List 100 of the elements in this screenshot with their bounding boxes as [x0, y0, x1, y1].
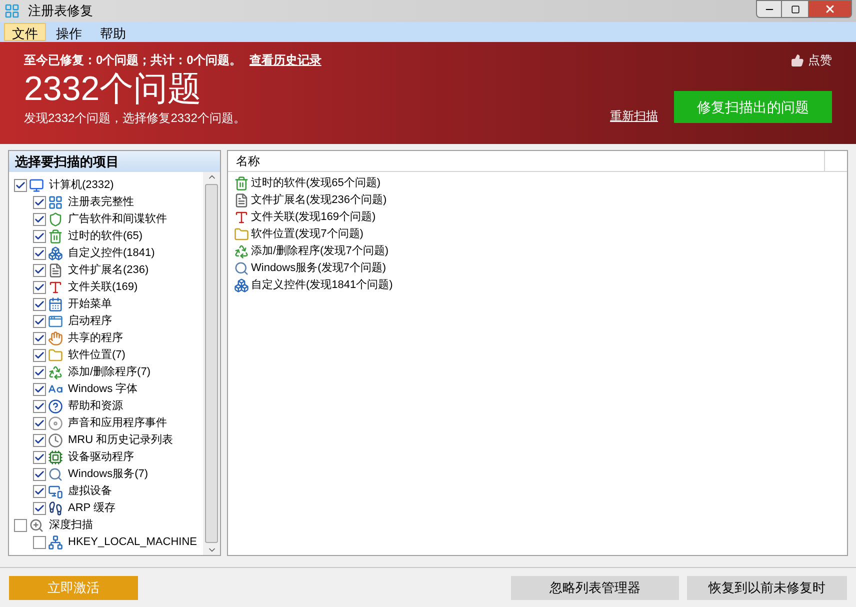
issue-count-headline: 2332个问题	[24, 69, 203, 109]
checkmark-icon	[34, 248, 45, 259]
maximize-icon	[790, 4, 800, 14]
checkmark-icon	[34, 350, 45, 361]
checkmark-icon	[34, 231, 45, 242]
zoom-icon	[29, 518, 44, 533]
tree-item[interactable]: 计算机(2332)	[49, 177, 114, 194]
column-header[interactable]: 名称	[228, 151, 825, 171]
checkmark-icon	[34, 316, 45, 327]
checkbox[interactable]	[33, 417, 46, 430]
result-row[interactable]: 添加/删除程序(发现7个问题)	[251, 243, 388, 260]
tree-item[interactable]: 开始菜单	[68, 296, 112, 313]
tree-item[interactable]: 自定义控件(1841)	[68, 245, 155, 262]
document-icon	[48, 263, 63, 278]
tree-item[interactable]: 文件关联(169)	[68, 279, 138, 296]
result-row[interactable]: 文件扩展名(发现236个问题)	[251, 192, 387, 209]
tree-item[interactable]: 过时的软件(65)	[68, 228, 143, 245]
result-row[interactable]: 软件位置(发现7个问题)	[251, 226, 364, 243]
like-link[interactable]: 点赞	[808, 51, 832, 69]
checkbox[interactable]	[33, 434, 46, 447]
checkbox[interactable]	[33, 281, 46, 294]
tree-item[interactable]: Windows 字体	[68, 381, 138, 398]
checkmark-icon	[34, 452, 45, 463]
checkbox[interactable]	[33, 196, 46, 209]
history-link[interactable]: 查看历史记录	[249, 51, 322, 69]
tree-item[interactable]: 共享的程序	[68, 330, 123, 347]
calendar-icon	[48, 297, 63, 312]
checkmark-icon	[34, 384, 45, 395]
result-row[interactable]: 过时的软件(发现65个问题)	[251, 175, 381, 192]
checkbox[interactable]	[33, 349, 46, 362]
tree-item[interactable]: 虚拟设备	[68, 483, 112, 500]
footprints-icon	[48, 501, 63, 516]
chip-icon	[48, 450, 63, 465]
help-icon	[48, 399, 63, 414]
checkbox[interactable]	[33, 315, 46, 328]
checkbox[interactable]	[33, 485, 46, 498]
letter-icon	[48, 280, 63, 295]
result-row[interactable]: 文件关联(发现169个问题)	[251, 209, 376, 226]
checkbox[interactable]	[33, 230, 46, 243]
menu-item[interactable]: 帮助	[92, 23, 134, 41]
close-button[interactable]	[808, 0, 852, 18]
blocks-icon	[48, 246, 63, 261]
folder-icon	[234, 227, 249, 242]
checkbox[interactable]	[33, 213, 46, 226]
checkbox[interactable]	[33, 383, 46, 396]
tree-item[interactable]: Windows服务(7)	[68, 466, 148, 483]
document-icon	[234, 193, 249, 208]
folder-icon	[48, 348, 63, 363]
checkbox[interactable]	[33, 502, 46, 515]
checkbox[interactable]	[33, 468, 46, 481]
window-icon	[48, 314, 63, 329]
checkbox[interactable]	[33, 247, 46, 260]
checkbox[interactable]	[33, 332, 46, 345]
checkmark-icon	[34, 469, 45, 480]
devices-icon	[48, 484, 63, 499]
restore-button[interactable]: 恢复到以前未修复时	[687, 576, 847, 600]
shield-icon	[48, 212, 63, 227]
tree-item[interactable]: 软件位置(7)	[68, 347, 126, 364]
scan-result-text: 发现2332个问题，选择修复2332个问题。	[24, 110, 246, 127]
tree-item[interactable]: ARP 缓存	[68, 500, 116, 517]
tree-item[interactable]: 声音和应用程序事件	[68, 415, 167, 432]
trash-can-icon	[234, 176, 249, 191]
scrollbar[interactable]	[203, 172, 220, 555]
checkmark-icon	[34, 265, 45, 276]
menu-item[interactable]: 操作	[48, 23, 90, 41]
tree-item[interactable]: 深度扫描	[49, 517, 93, 534]
checkmark-icon	[15, 180, 26, 191]
disc-icon	[48, 416, 63, 431]
checkbox[interactable]	[14, 519, 27, 532]
tree-item[interactable]: 启动程序	[68, 313, 112, 330]
checkbox[interactable]	[33, 366, 46, 379]
checkbox[interactable]	[33, 451, 46, 464]
close-icon	[824, 3, 836, 15]
checkbox[interactable]	[33, 298, 46, 311]
network-icon	[48, 535, 63, 550]
tree-item[interactable]: 帮助和资源	[68, 398, 123, 415]
tree-item[interactable]: 设备驱动程序	[68, 449, 134, 466]
result-row[interactable]: Windows服务(发现7个问题)	[251, 260, 386, 277]
checkbox[interactable]	[14, 179, 27, 192]
rescan-link[interactable]: 重新扫描	[610, 107, 658, 125]
maximize-button[interactable]	[782, 0, 808, 18]
recycle-icon	[48, 365, 63, 380]
tree-item[interactable]: 注册表完整性	[68, 194, 134, 211]
tree-item[interactable]: MRU 和历史记录列表	[68, 432, 174, 449]
tree-item[interactable]: 广告软件和间谍软件	[68, 211, 167, 228]
minimize-button[interactable]	[756, 0, 782, 18]
menu-item[interactable]: 文件	[4, 23, 46, 41]
result-row[interactable]: 自定义控件(发现1841个问题)	[251, 277, 393, 294]
tree-item[interactable]: 添加/删除程序(7)	[68, 364, 150, 381]
checkbox[interactable]	[33, 400, 46, 413]
ignore-list-button[interactable]: 忽略列表管理器	[511, 576, 679, 600]
checkmark-icon	[34, 401, 45, 412]
hand-icon	[48, 331, 63, 346]
checkmark-icon	[34, 418, 45, 429]
panel-header: 选择要扫描的项目	[9, 151, 220, 172]
tree-item[interactable]: 文件扩展名(236)	[68, 262, 149, 279]
tree-item[interactable]: HKEY_LOCAL_MACHINE	[68, 534, 197, 551]
checkbox[interactable]	[33, 264, 46, 277]
checkbox[interactable]	[33, 536, 46, 549]
checkmark-icon	[34, 282, 45, 293]
